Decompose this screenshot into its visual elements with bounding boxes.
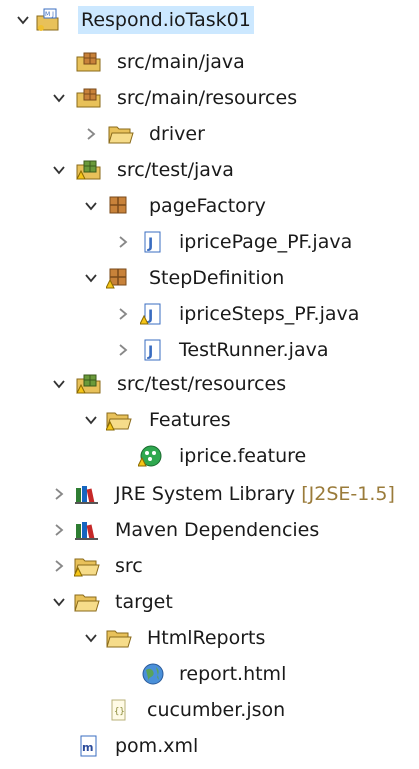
tree-item-label: HtmlReports [147,627,266,649]
java-file-warning-icon: J [140,302,166,326]
tree-item-jre-library[interactable]: JRE System Library [J2SE-1.5] [0,478,419,510]
chevron-right-icon[interactable] [112,334,134,366]
tree-item-label: pom.xml [115,735,199,757]
cucumber-feature-icon [138,444,164,468]
tree-item-label: report.html [179,663,287,685]
chevron-right-icon[interactable] [48,550,70,582]
tree-item-iprice-feature[interactable]: iprice.feature [0,440,419,472]
tree-item-src-main-java[interactable]: src/main/java [0,46,419,78]
tree-item-label: Respond.ioTask01 [78,6,254,34]
chevron-right-icon[interactable] [112,226,134,258]
chevron-right-icon[interactable] [48,514,70,546]
tree-item-label: Features [149,409,231,431]
tree-item-label: iprice.feature [179,445,307,467]
source-folder-warning-icon [76,158,102,182]
tree-item-htmlreports[interactable]: HtmlReports [0,622,419,654]
tree-item-label: TestRunner.java [179,339,329,361]
library-icon [74,482,100,506]
tree-item-src-test-resources[interactable]: src/test/resources [0,368,419,400]
chevron-down-icon[interactable] [80,622,102,654]
chevron-right-icon[interactable] [48,478,70,510]
java-file-icon: J [140,338,166,362]
project-icon: M J [36,8,62,32]
jre-version-decoration: [J2SE-1.5] [301,483,395,505]
chevron-down-icon[interactable] [48,368,70,400]
tree-item-label: JRE System Library [J2SE-1.5] [112,480,398,508]
maven-pom-icon: m [76,734,102,758]
tree-item-ipricesteps[interactable]: J ipriceSteps_PF.java [0,298,419,330]
tree-item-src-main-resources[interactable]: src/main/resources [0,82,419,114]
tree-item-label: src/main/resources [117,87,298,109]
tree-item-pagefactory[interactable]: pageFactory [0,190,419,222]
folder-icon [106,626,132,650]
chevron-down-icon[interactable] [80,262,102,294]
tree-item-project[interactable]: M J Respond.ioTask01 [0,4,419,36]
svg-text:J: J [147,344,153,360]
chevron-down-icon[interactable] [48,586,70,618]
chevron-right-icon[interactable] [80,118,102,150]
tree-item-label: pageFactory [149,195,266,217]
chevron-down-icon[interactable] [48,82,70,114]
tree-item-label: src/test/resources [117,373,287,395]
chevron-down-icon[interactable] [48,154,70,186]
source-folder-icon [76,86,102,110]
svg-text:m: m [82,741,93,754]
chevron-right-icon[interactable] [112,298,134,330]
tree-item-report-html[interactable]: report.html [0,658,419,690]
tree-item-label: target [115,591,173,613]
source-folder-icon [76,50,102,74]
tree-item-label: src/main/java [117,51,245,73]
package-icon [106,194,132,218]
svg-text:{}: {} [114,707,125,717]
folder-warning-icon [106,408,132,432]
chevron-down-icon[interactable] [12,4,34,36]
chevron-down-icon[interactable] [80,190,102,222]
svg-text:M J: M J [45,11,54,18]
tree-item-driver[interactable]: driver [0,118,419,150]
chevron-down-icon[interactable] [80,404,102,436]
tree-item-pom-xml[interactable]: m pom.xml [0,730,419,762]
tree-item-cucumber-json[interactable]: {} cucumber.json [0,694,419,726]
tree-item-label: Maven Dependencies [115,519,320,541]
svg-text:J: J [147,236,153,252]
folder-warning-icon [74,554,100,578]
tree-item-label: src/test/java [117,159,234,181]
tree-item-label: ipricePage_PF.java [179,231,353,253]
java-file-icon: J [140,230,166,254]
tree-item-stepdefinition[interactable]: StepDefinition [0,262,419,294]
svg-text:J: J [147,308,153,324]
tree-item-label: StepDefinition [149,267,285,289]
library-icon [74,518,100,542]
globe-icon [140,662,166,686]
package-warning-icon [106,266,132,290]
tree-item-src-test-java[interactable]: src/test/java [0,154,419,186]
tree-item-label: cucumber.json [147,699,286,721]
tree-item-features[interactable]: Features [0,404,419,436]
tree-item-label: src [115,555,143,577]
folder-icon [108,122,134,146]
tree-item-testrunner[interactable]: J TestRunner.java [0,334,419,366]
tree-item-src[interactable]: src [0,550,419,582]
tree-item-ipricepage[interactable]: J ipricePage_PF.java [0,226,419,258]
jre-label-text: JRE System Library [115,483,296,505]
folder-icon [74,590,100,614]
source-folder-warning-icon [76,372,102,396]
tree-item-label: ipriceSteps_PF.java [179,303,360,325]
tree-item-target[interactable]: target [0,586,419,618]
tree-item-label: driver [149,123,205,145]
tree-item-maven-dependencies[interactable]: Maven Dependencies [0,514,419,546]
json-file-icon: {} [106,698,132,722]
